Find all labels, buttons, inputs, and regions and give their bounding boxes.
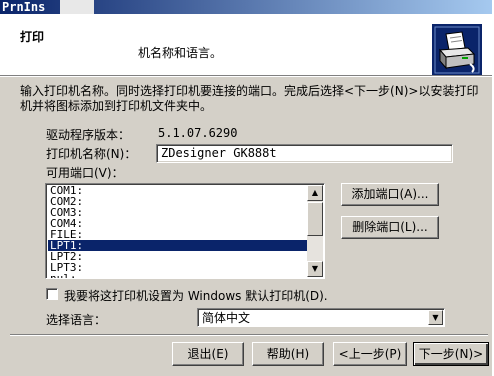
- printer-wizard-icon: [432, 24, 482, 76]
- scroll-down-icon[interactable]: ▼: [307, 261, 323, 277]
- port-list-item[interactable]: COM3:: [48, 207, 310, 218]
- title-redaction: [60, 0, 94, 14]
- installer-window: PrnIns 打印 机名称和语言。 输入打印机名称。同时选择打印机要连接的端口。…: [0, 0, 494, 376]
- port-list-item[interactable]: LPT1:: [48, 240, 310, 251]
- header-title: 打印: [20, 30, 45, 44]
- printer-name-label: 打印机名称(N)：: [46, 147, 137, 161]
- port-list-item[interactable]: LPT2:: [48, 251, 310, 262]
- port-list-item[interactable]: COM2:: [48, 196, 310, 207]
- next-button[interactable]: 下一步(N)>: [413, 342, 489, 366]
- ports-scrollbar[interactable]: ▲ ▼: [307, 185, 323, 277]
- port-list-item[interactable]: FILE:: [48, 229, 310, 240]
- ports-list: COM1: COM2: COM3: COM4: FILE: LPT1: LPT2: LPT3:…: [48, 185, 310, 278]
- available-ports-label: 可用端口(V)：: [46, 166, 124, 180]
- header-redaction: [44, 24, 94, 76]
- scroll-thumb[interactable]: [307, 202, 323, 236]
- wizard-header: 打印 机名称和语言。: [0, 14, 494, 76]
- ports-listbox[interactable]: COM1: COM2: COM3: COM4: FILE: LPT1: LPT2: LPT3:…: [45, 183, 325, 279]
- scroll-up-icon[interactable]: ▲: [307, 185, 323, 201]
- add-port-button[interactable]: 添加端口(A)...: [341, 183, 439, 206]
- printer-name-input[interactable]: ZDesigner GK888t: [156, 144, 453, 163]
- help-button[interactable]: 帮助(H): [252, 342, 324, 366]
- driver-version-value: 5.1.07.6290: [158, 126, 238, 140]
- port-list-item[interactable]: COM1:: [48, 185, 310, 196]
- port-list-item[interactable]: LPT3:: [48, 262, 310, 273]
- language-select[interactable]: 简体中文 ▼: [197, 308, 445, 327]
- printer-name-value: ZDesigner GK888t: [161, 146, 277, 160]
- default-printer-checkbox[interactable]: [46, 288, 58, 300]
- exit-button[interactable]: 退出(E): [172, 342, 244, 366]
- driver-version-label: 驱动程序版本：: [46, 128, 131, 142]
- window-title: PrnIns: [2, 0, 46, 14]
- port-list-item[interactable]: COM4:: [48, 218, 310, 229]
- delete-port-button[interactable]: 删除端口(L)...: [341, 216, 439, 239]
- header-subtitle: 机名称和语言。: [138, 46, 223, 60]
- title-bar[interactable]: PrnIns: [0, 0, 494, 14]
- default-printer-label[interactable]: 我要将这打印机设置为 Windows 默认打印机(D).: [64, 287, 328, 304]
- language-label: 选择语言：: [46, 313, 107, 327]
- back-button[interactable]: <上一步(P): [333, 342, 407, 366]
- chevron-down-icon[interactable]: ▼: [428, 310, 443, 325]
- footer-divider-highlight: [10, 335, 488, 336]
- language-value: 简体中文: [202, 311, 251, 325]
- instructions-text: 输入打印机名称。同时选择打印机要连接的端口。完成后选择<下一步(N)>以安装打印…: [20, 84, 479, 113]
- header-divider-highlight: [0, 76, 494, 77]
- port-list-item[interactable]: nul:: [48, 273, 310, 278]
